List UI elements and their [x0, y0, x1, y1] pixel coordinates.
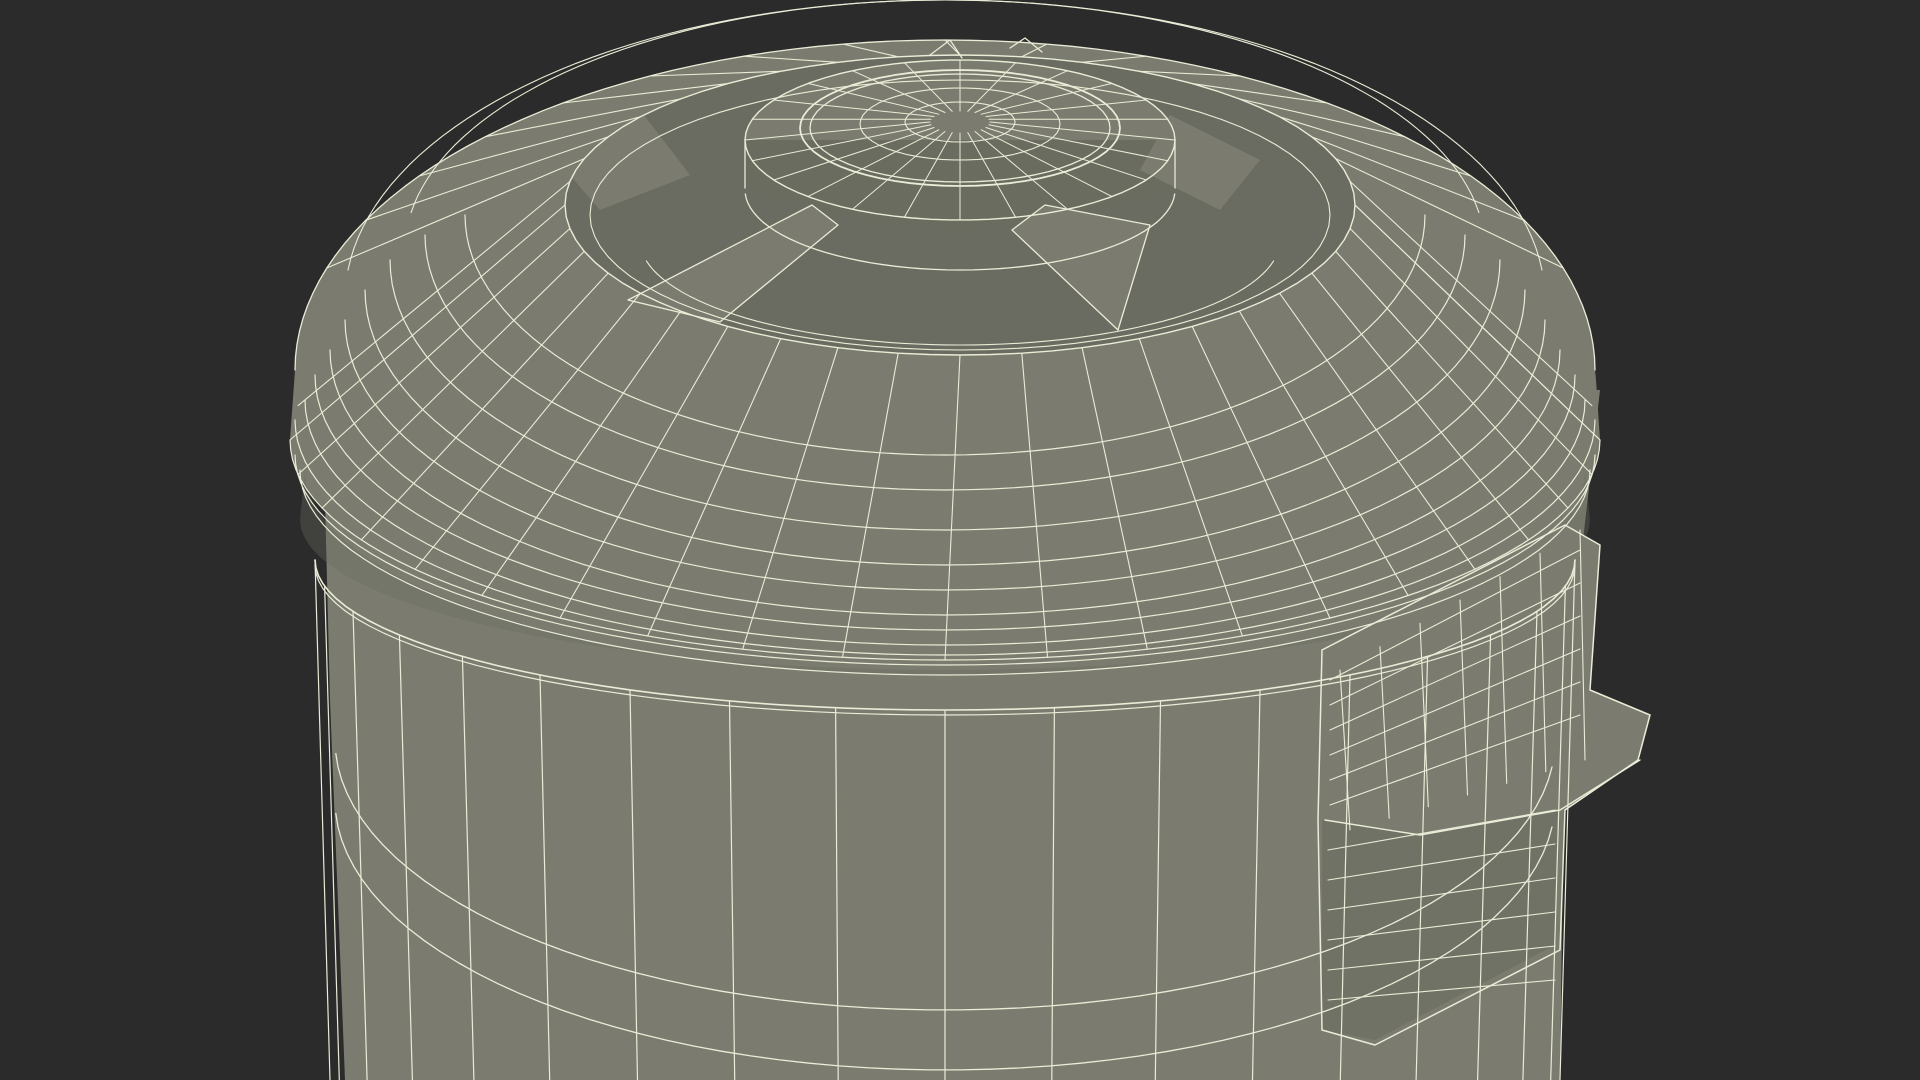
- model-surfaces: [290, 40, 1650, 1080]
- wireframe-render: [0, 0, 1920, 1080]
- 3d-viewport[interactable]: [0, 0, 1920, 1080]
